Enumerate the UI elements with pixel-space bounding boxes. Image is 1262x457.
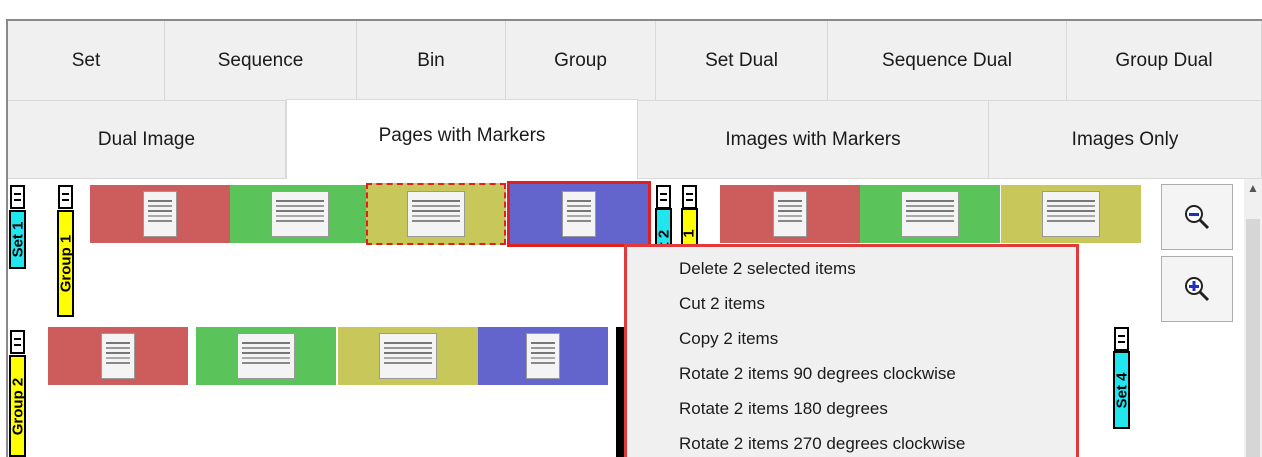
tab-set-dual[interactable]: Set Dual — [656, 21, 828, 101]
page-tile[interactable] — [338, 327, 478, 385]
tab-sequence[interactable]: Sequence — [165, 21, 357, 101]
menu-item-rotate-270[interactable]: Rotate 2 items 270 degrees clockwise — [679, 434, 965, 454]
tab-images-with-markers[interactable]: Images with Markers — [638, 101, 989, 179]
marker-set-4[interactable]: Set 4 — [1113, 351, 1130, 429]
tab-dual-image[interactable]: Dual Image — [8, 101, 286, 179]
menu-item-cut[interactable]: Cut 2 items — [679, 294, 765, 314]
marker-header-box — [682, 185, 697, 209]
vertical-scrollbar[interactable]: ▲ — [1244, 179, 1262, 457]
marker-header-box — [10, 185, 25, 209]
tab-group-dual[interactable]: Group Dual — [1067, 21, 1262, 101]
scroll-up-icon[interactable]: ▲ — [1247, 181, 1259, 195]
page-tile[interactable] — [1001, 185, 1141, 243]
page-tile[interactable] — [230, 185, 370, 243]
tab-pages-with-markers[interactable]: Pages with Markers — [286, 99, 638, 179]
menu-item-delete[interactable]: Delete 2 selected items — [679, 259, 856, 279]
context-menu: Delete 2 selected items Cut 2 items Copy… — [624, 244, 1079, 457]
marker-header-box — [58, 185, 73, 209]
marker-group-1[interactable]: Group 1 — [57, 210, 74, 317]
marker-group-2[interactable]: Group 2 — [9, 355, 26, 457]
marker-header-box — [656, 185, 671, 209]
marker-header-box — [1114, 327, 1129, 351]
menu-item-copy[interactable]: Copy 2 items — [679, 329, 778, 349]
zoom-out-icon — [1185, 205, 1210, 230]
zoom-out-button[interactable] — [1161, 184, 1233, 250]
zoom-in-icon — [1185, 277, 1210, 302]
menu-item-rotate-90[interactable]: Rotate 2 items 90 degrees clockwise — [679, 364, 956, 384]
view-tabs: Set Sequence Bin Group Set Dual Sequence… — [8, 21, 1262, 179]
tab-bin[interactable]: Bin — [357, 21, 506, 101]
page-tile[interactable] — [48, 327, 188, 385]
page-tile-selected[interactable] — [507, 181, 651, 247]
tab-group[interactable]: Group — [506, 21, 656, 101]
zoom-in-button[interactable] — [1161, 256, 1233, 322]
window-top — [0, 0, 1262, 19]
page-tile-selected[interactable] — [366, 183, 506, 245]
scroll-thumb[interactable] — [1246, 219, 1260, 457]
marker-set-1[interactable]: Set 1 — [9, 210, 26, 269]
page-tile[interactable] — [90, 185, 230, 243]
tab-set[interactable]: Set — [8, 21, 165, 101]
tab-images-only[interactable]: Images Only — [989, 101, 1262, 179]
page-tile[interactable] — [720, 185, 860, 243]
tab-sequence-dual[interactable]: Sequence Dual — [828, 21, 1067, 101]
menu-item-rotate-180[interactable]: Rotate 2 items 180 degrees — [679, 399, 888, 419]
marker-header-box — [10, 330, 25, 354]
page-tile[interactable] — [860, 185, 1000, 243]
page-tile[interactable] — [478, 327, 608, 385]
page-tile[interactable] — [196, 327, 336, 385]
